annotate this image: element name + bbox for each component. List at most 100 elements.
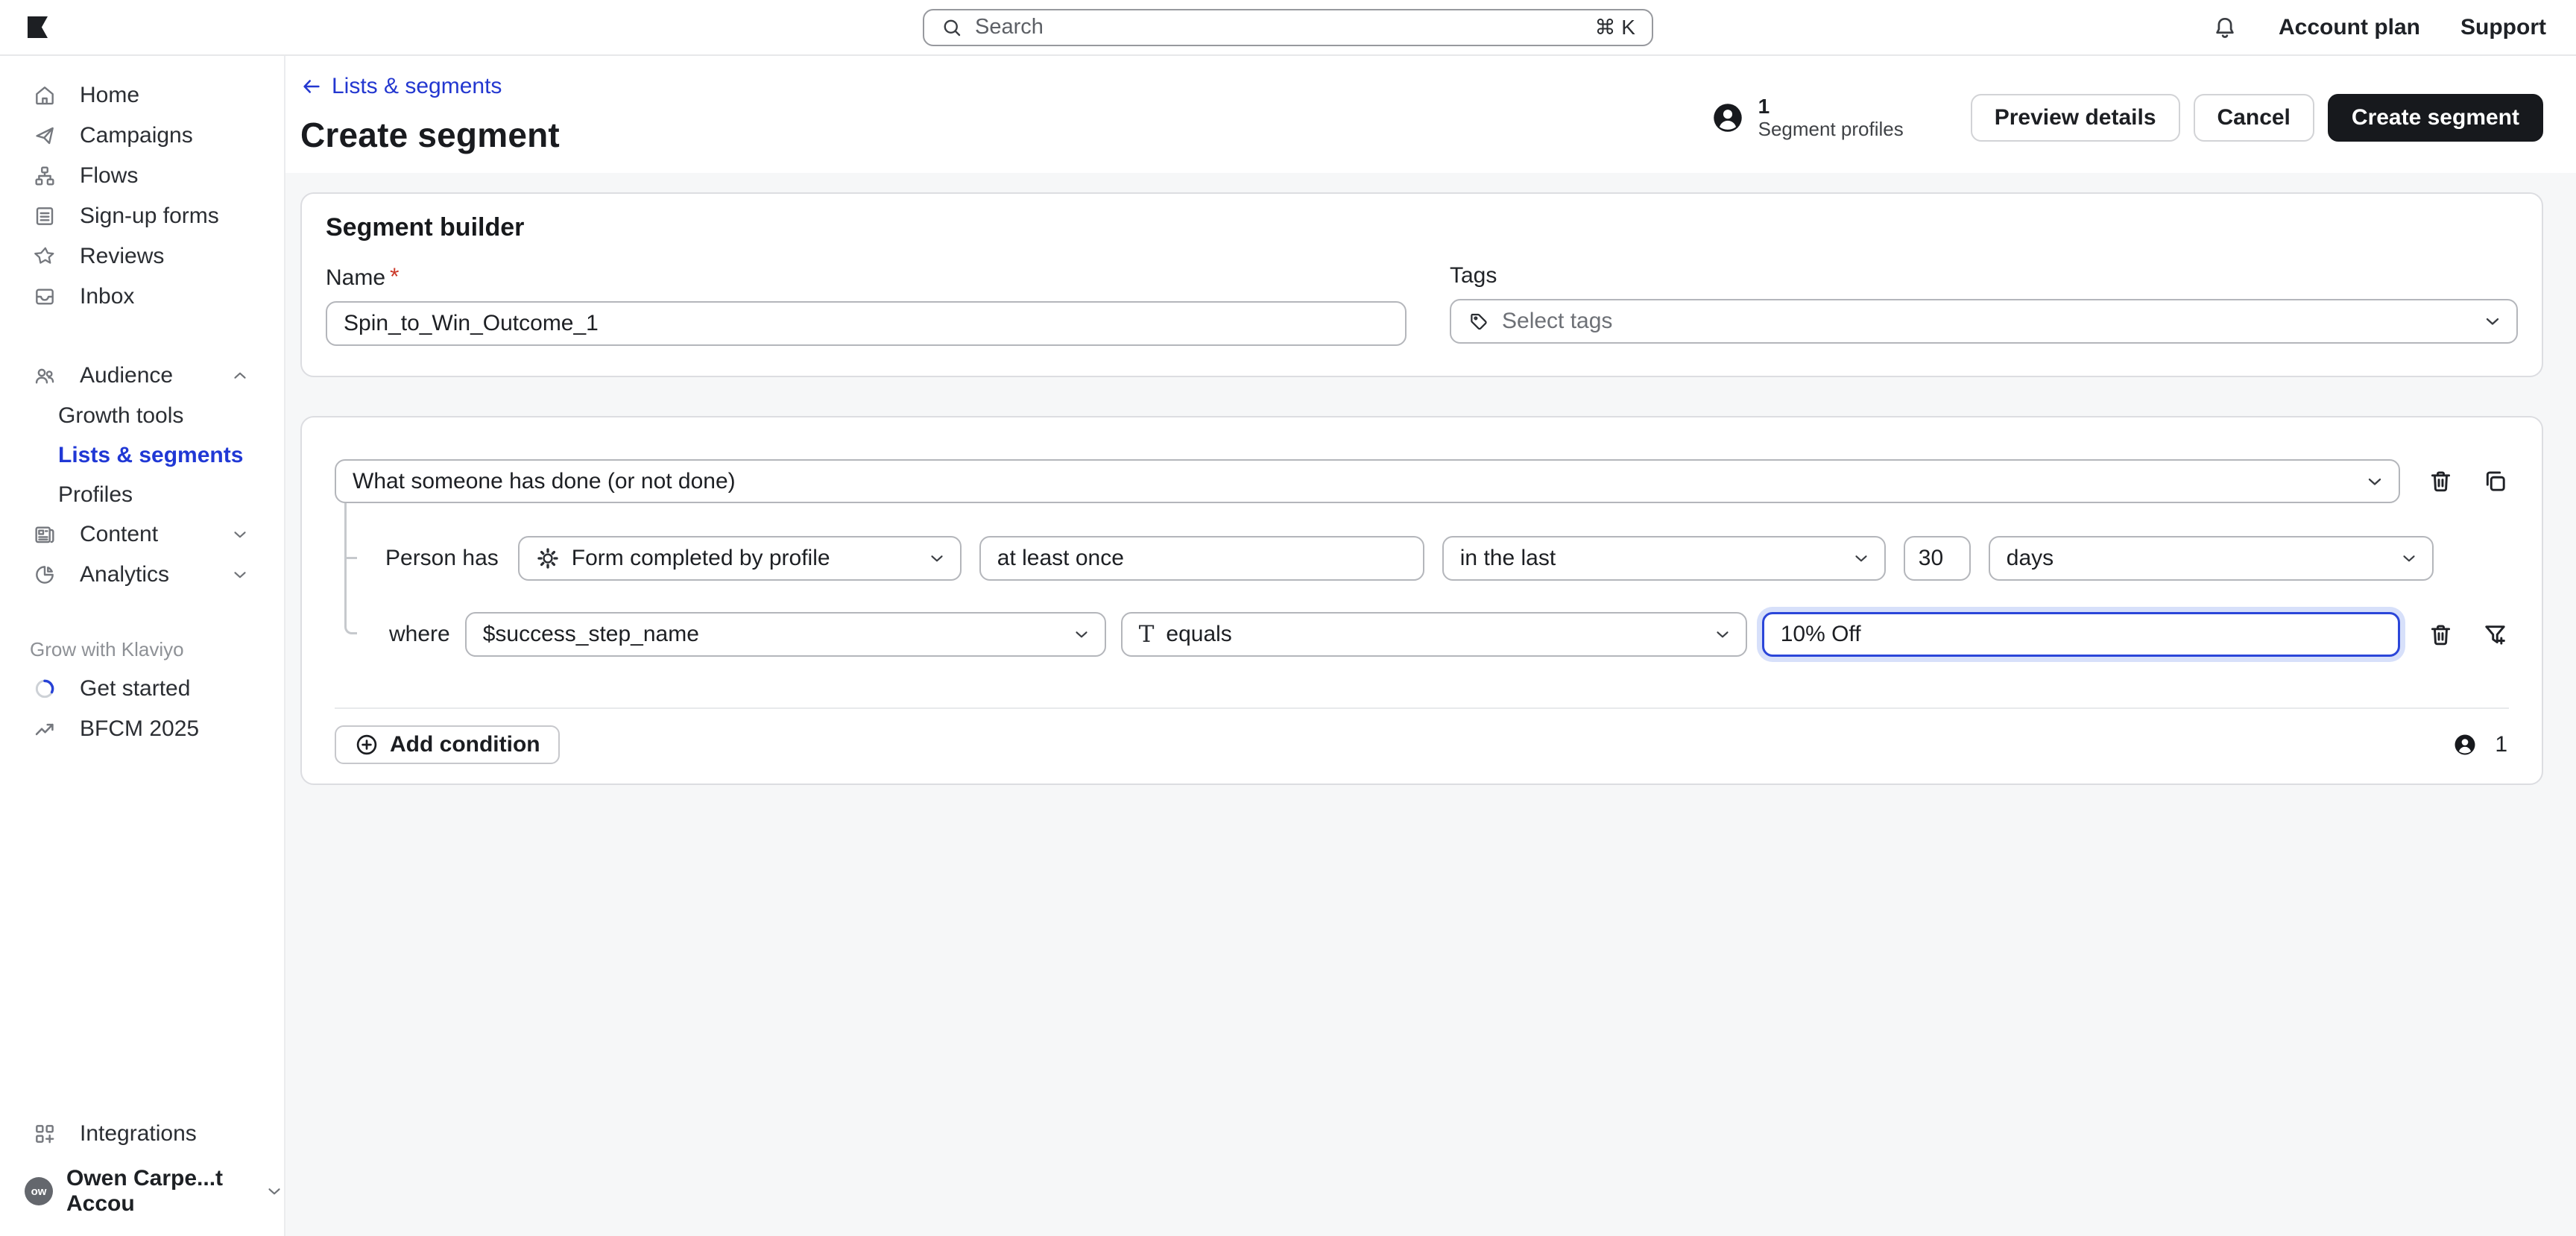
delete-condition-icon[interactable] xyxy=(2427,467,2455,495)
property-value: $success_step_name xyxy=(483,622,699,647)
condition-divider xyxy=(335,707,2509,709)
chevron-down-icon xyxy=(1713,625,1732,644)
add-filter-icon[interactable] xyxy=(2481,621,2509,649)
chevron-up-icon xyxy=(230,366,250,385)
account-plan-link[interactable]: Account plan xyxy=(2279,15,2420,40)
timeframe-amount-input[interactable] xyxy=(1904,536,1971,581)
condition-connector-tick xyxy=(347,557,357,559)
condition-card: What someone has done (or not done) Pers… xyxy=(300,416,2543,785)
audience-icon xyxy=(33,364,57,388)
chevron-down-icon xyxy=(2364,471,2385,492)
inbox-icon xyxy=(33,285,57,309)
sidebar-item-label: Inbox xyxy=(80,284,134,309)
text-type-icon: T xyxy=(1139,621,1155,648)
name-label: Name* xyxy=(326,263,1407,291)
tags-label: Tags xyxy=(1450,263,2518,288)
sidebar-item-label: BFCM 2025 xyxy=(80,716,199,742)
sidebar-item-label: Reviews xyxy=(80,244,164,269)
where-label: where xyxy=(389,622,450,647)
klaviyo-logo-icon[interactable] xyxy=(28,16,48,38)
chevron-down-icon xyxy=(265,1182,284,1201)
search-shortcut: ⌘ K xyxy=(1595,15,1635,40)
sidebar-item-label: Flows xyxy=(80,163,138,189)
account-name: Owen Carpe...t Accou xyxy=(66,1166,251,1217)
create-segment-button[interactable]: Create segment xyxy=(2328,94,2543,142)
search-input[interactable] xyxy=(975,15,1583,40)
duplicate-condition-icon[interactable] xyxy=(2481,467,2509,495)
cancel-button[interactable]: Cancel xyxy=(2194,94,2314,142)
chevron-down-icon xyxy=(230,525,250,544)
sidebar-item-reviews[interactable]: Reviews xyxy=(0,236,284,277)
condition-profile-count: 1 xyxy=(2452,731,2507,758)
condition-profile-count-value: 1 xyxy=(2495,732,2507,757)
preview-details-button[interactable]: Preview details xyxy=(1971,94,2180,142)
sidebar-item-label: Audience xyxy=(80,363,173,388)
sidebar-item-bfcm[interactable]: BFCM 2025 xyxy=(0,709,284,749)
property-value-input[interactable] xyxy=(1762,612,2400,657)
timeframe-unit-value: days xyxy=(2007,546,2053,571)
timeframe-select[interactable]: in the last xyxy=(1442,536,1886,581)
flow-icon xyxy=(33,164,57,188)
operator-select[interactable]: T equals xyxy=(1121,612,1747,657)
segment-builder-title: Segment builder xyxy=(326,213,2518,242)
avatar: ow xyxy=(25,1177,53,1205)
account-switcher[interactable]: ow Owen Carpe...t Accou xyxy=(0,1166,284,1217)
breadcrumb[interactable]: Lists & segments xyxy=(300,74,502,99)
support-link[interactable]: Support xyxy=(2460,15,2546,40)
tags-placeholder: Select tags xyxy=(1502,309,1612,334)
sidebar-item-inbox[interactable]: Inbox xyxy=(0,277,284,317)
bell-icon[interactable] xyxy=(2212,14,2238,41)
send-icon xyxy=(33,124,57,148)
chevron-down-icon xyxy=(230,565,250,584)
chevron-down-icon xyxy=(1852,549,1871,568)
chevron-down-icon xyxy=(2399,549,2419,568)
sidebar-item-label: Integrations xyxy=(80,1121,197,1147)
sidebar-item-growth-tools[interactable]: Growth tools xyxy=(0,396,284,435)
home-icon xyxy=(33,83,57,107)
sidebar-item-home[interactable]: Home xyxy=(0,75,284,116)
sidebar-item-profiles[interactable]: Profiles xyxy=(0,475,284,514)
sidebar-item-campaigns[interactable]: Campaigns xyxy=(0,116,284,156)
segment-name-input[interactable] xyxy=(326,301,1407,346)
grow-with-klaviyo-heading: Grow with Klaviyo xyxy=(0,638,284,661)
sidebar-item-analytics[interactable]: Analytics xyxy=(0,555,284,595)
breadcrumb-label: Lists & segments xyxy=(332,74,502,99)
global-search[interactable]: ⌘ K xyxy=(923,9,1653,46)
delete-filter-icon[interactable] xyxy=(2427,621,2455,649)
sidebar-item-label: Get started xyxy=(80,676,190,701)
sidebar-item-get-started[interactable]: Get started xyxy=(0,669,284,709)
tag-icon xyxy=(1468,310,1490,332)
sidebar-item-label: Profiles xyxy=(58,482,133,508)
sidebar-item-lists-segments[interactable]: Lists & segments xyxy=(0,435,284,475)
sidebar-item-label: Analytics xyxy=(80,562,169,587)
condition-connector-line xyxy=(344,503,357,634)
metric-select[interactable]: Form completed by profile xyxy=(518,536,962,581)
gear-icon xyxy=(536,546,560,570)
timeframe-unit-select[interactable]: days xyxy=(1989,536,2434,581)
content-region: Segment builder Name* Tags Select tags xyxy=(285,173,2576,1236)
frequency-select[interactable]: at least once xyxy=(979,536,1424,581)
timeframe-value: in the last xyxy=(1460,546,1556,571)
sidebar-item-label: Sign-up forms xyxy=(80,204,219,229)
progress-ring-icon xyxy=(33,677,57,701)
required-asterisk: * xyxy=(390,263,399,290)
add-condition-label: Add condition xyxy=(390,732,540,757)
condition-type-select[interactable]: What someone has done (or not done) xyxy=(335,459,2400,503)
sidebar-item-signup-forms[interactable]: Sign-up forms xyxy=(0,196,284,236)
profile-count-label: Segment profiles xyxy=(1758,119,1904,141)
search-icon xyxy=(941,16,963,39)
profile-count-value: 1 xyxy=(1758,95,1904,119)
sidebar-item-label: Home xyxy=(80,83,139,108)
tags-select[interactable]: Select tags xyxy=(1450,299,2518,344)
sidebar-item-content[interactable]: Content xyxy=(0,514,284,555)
chevron-down-icon xyxy=(2482,311,2503,332)
segment-builder-card: Segment builder Name* Tags Select tags xyxy=(300,192,2543,377)
sidebar: Home Campaigns Flows Sign-up forms Revie… xyxy=(0,56,285,1236)
property-select[interactable]: $success_step_name xyxy=(465,612,1106,657)
sidebar-item-audience[interactable]: Audience xyxy=(0,356,284,396)
sidebar-item-flows[interactable]: Flows xyxy=(0,156,284,196)
operator-value: equals xyxy=(1166,622,1231,647)
add-condition-button[interactable]: Add condition xyxy=(335,725,560,764)
sidebar-item-label: Content xyxy=(80,522,158,547)
sidebar-item-integrations[interactable]: Integrations xyxy=(0,1114,284,1154)
